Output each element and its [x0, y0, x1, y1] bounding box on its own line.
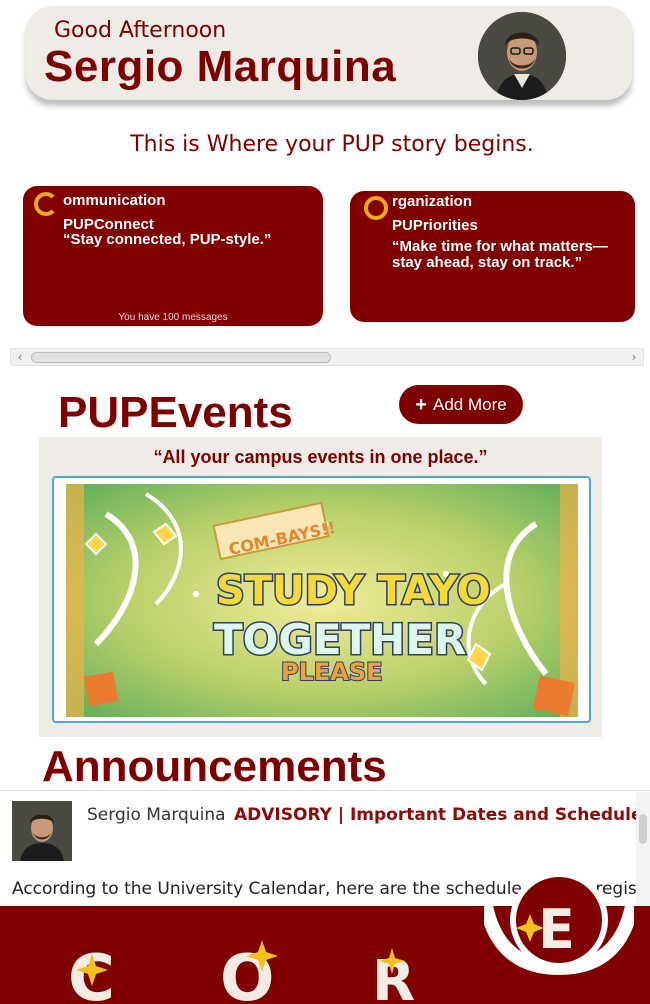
announcement-author-avatar: [12, 801, 72, 861]
svg-text:O: O: [220, 942, 274, 1004]
event-banner-image: COM-BAYS!! STUDY TAYO TOGETHER PLEASE: [66, 484, 578, 717]
nav-e-fab-button[interactable]: E: [479, 868, 639, 978]
r-star-icon: R: [372, 948, 415, 1004]
announcement-heading[interactable]: ADVISORY | Important Dates and Schedules…: [234, 805, 650, 825]
card-title: ommunication: [63, 192, 166, 209]
card-quote: “Make time for what matters—stay ahead, …: [392, 238, 608, 271]
cards-horizontal-scrollbar[interactable]: ‹ ›: [10, 348, 644, 366]
banner-line1: STUDY TAYO: [216, 568, 491, 614]
e-star-icon: E: [479, 871, 639, 978]
organization-card[interactable]: rganization PUPriorities “Make time for …: [350, 191, 635, 322]
c-letter-icon: [34, 192, 58, 216]
user-name: Sergio Marquina: [44, 42, 397, 91]
announcements-title: Announcements: [42, 742, 387, 791]
profile-photo: [478, 12, 566, 100]
plus-icon: +: [415, 393, 427, 416]
event-banner-card[interactable]: COM-BAYS!! STUDY TAYO TOGETHER PLEASE: [52, 476, 591, 723]
banner-line3: PLEASE: [281, 658, 383, 686]
announcements-vertical-scrollbar[interactable]: [636, 792, 650, 906]
home-screen: Good Afternoon Sergio Marquina This is W…: [0, 0, 650, 1004]
c-star-icon: C: [68, 942, 115, 1004]
communication-card[interactable]: ommunication PUPConnect “Stay connected,…: [23, 186, 323, 326]
o-letter-icon: [364, 196, 388, 220]
greeting-header: Good Afternoon Sergio Marquina: [26, 6, 632, 100]
card-app-name: PUPriorities: [392, 217, 478, 234]
message-count: You have 100 messages: [118, 312, 228, 323]
add-more-label: Add More: [432, 394, 507, 414]
events-quote: “All your campus events in one place.”: [153, 447, 488, 467]
scroll-right-arrow-icon[interactable]: ›: [625, 349, 643, 365]
events-title: PUPEvents: [58, 388, 293, 437]
scrollbar-thumb[interactable]: [639, 814, 647, 844]
profile-avatar[interactable]: [478, 12, 566, 100]
o-star-icon: O: [220, 940, 278, 1004]
svg-text:E: E: [538, 898, 575, 961]
card-quote: “Stay connected, PUP-style.”: [63, 231, 272, 248]
scrollbar-thumb[interactable]: [31, 352, 331, 363]
nav-r-button[interactable]: R: [368, 940, 438, 1004]
add-more-button[interactable]: + Add More: [399, 385, 523, 424]
scroll-left-arrow-icon[interactable]: ‹: [11, 349, 29, 365]
announcement-author: Sergio Marquina: [87, 805, 226, 825]
card-title: rganization: [392, 193, 473, 210]
tagline: This is Where your PUP story begins.: [130, 132, 534, 157]
nav-communication-button[interactable]: C: [64, 940, 134, 1004]
banner-line2: TOGETHER: [214, 615, 466, 664]
nav-organization-button[interactable]: O: [218, 940, 288, 1004]
events-panel: “All your campus events in one place.” C…: [39, 437, 602, 737]
greeting-text: Good Afternoon: [54, 18, 227, 43]
